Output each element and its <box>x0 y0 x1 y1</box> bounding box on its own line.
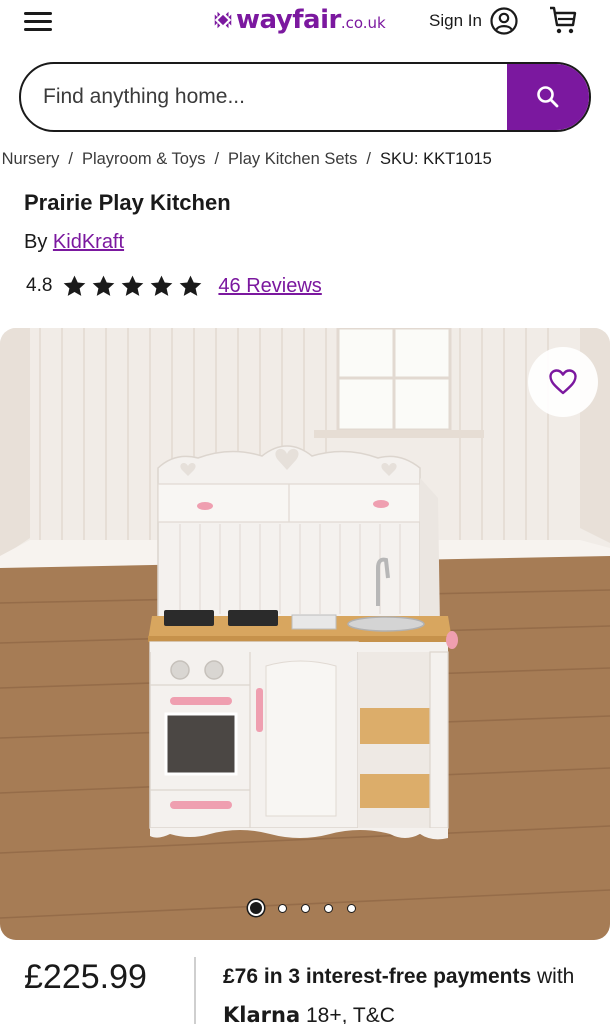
star-icon <box>64 275 86 296</box>
reviews-link[interactable]: 46 Reviews <box>218 275 321 298</box>
product-price: £225.99 <box>24 958 147 996</box>
gallery-dot[interactable] <box>248 900 264 916</box>
breadcrumb-item-play-kitchen-sets[interactable]: Play Kitchen Sets <box>228 150 357 169</box>
klarna-financing[interactable]: £76 in 3 interest-free payments with Kla… <box>223 958 593 1024</box>
hamburger-icon[interactable] <box>24 10 52 32</box>
star-icon <box>180 275 202 296</box>
rating-stars <box>62 274 207 299</box>
breadcrumb-separator: / <box>214 150 220 168</box>
klarna-amount: £76 in 3 interest-free payments <box>223 965 532 988</box>
product-image <box>0 328 610 940</box>
gallery-dot[interactable] <box>278 903 287 913</box>
star-icon <box>151 275 173 296</box>
product-title: Prairie Play Kitchen <box>24 190 231 215</box>
gallery-dot[interactable] <box>301 903 310 913</box>
breadcrumb-sku: SKU: KKT1015 <box>379 150 492 168</box>
top-header: wayfair .co.uk Sign In <box>0 0 610 44</box>
gallery-dot[interactable] <box>347 903 356 913</box>
klarna-terms[interactable]: 18+, T&C <box>306 1004 395 1024</box>
product-image-gallery[interactable] <box>0 328 610 940</box>
favourite-button[interactable] <box>528 347 598 417</box>
star-icon <box>122 275 144 296</box>
star-icon <box>93 275 115 296</box>
by-label: By <box>24 231 48 253</box>
logo-word: wayfair <box>236 5 341 35</box>
search-bar <box>19 62 591 132</box>
product-rating: 4.8 46 Reviews <box>26 272 322 300</box>
heart-icon <box>549 369 577 395</box>
search-input[interactable] <box>21 64 507 130</box>
search-button[interactable] <box>507 64 589 130</box>
sign-in-button[interactable]: Sign In <box>429 7 518 35</box>
wayfair-logo[interactable]: wayfair .co.uk <box>212 4 386 36</box>
gallery-dot[interactable] <box>324 903 333 913</box>
brand-link[interactable]: KidKraft <box>53 231 124 253</box>
wayfair-logo-mark-icon <box>214 11 232 29</box>
rating-value: 4.8 <box>26 275 53 296</box>
user-circle-icon <box>490 7 518 35</box>
breadcrumb-item-playroom-toys[interactable]: Playroom & Toys <box>82 150 206 169</box>
cart-icon[interactable] <box>548 5 578 35</box>
product-byline: By KidKraft <box>24 231 124 254</box>
price-divider <box>194 957 196 1024</box>
logo-tld: .co.uk <box>340 14 386 32</box>
klarna-with: with <box>536 965 575 988</box>
breadcrumb-item-nursery[interactable]: & Nursery <box>0 150 59 169</box>
klarna-logo: Klarna <box>223 1003 301 1024</box>
sign-in-label: Sign In <box>429 11 482 30</box>
breadcrumb-separator: / <box>68 150 73 168</box>
gallery-pagination <box>248 900 370 916</box>
breadcrumb: & Nursery / Playroom & Toys / Play Kitch… <box>0 150 610 174</box>
breadcrumb-separator: / <box>366 150 371 168</box>
search-icon <box>537 86 559 108</box>
